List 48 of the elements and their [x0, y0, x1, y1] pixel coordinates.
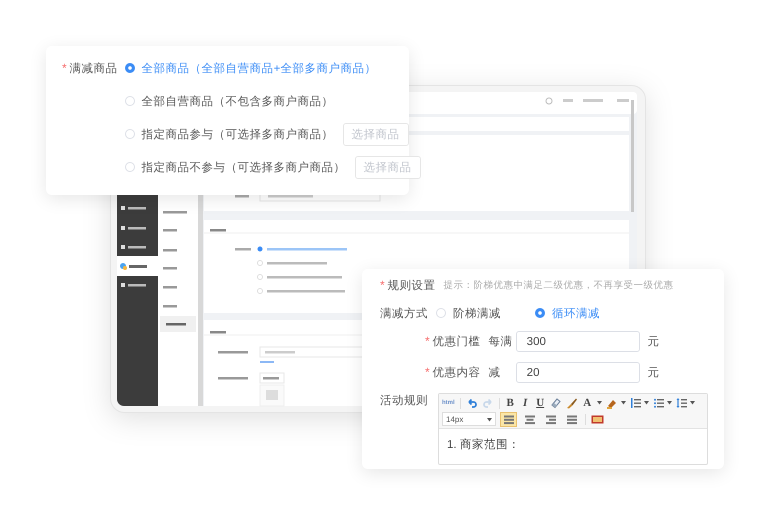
font-size-select[interactable]: 14px — [442, 412, 496, 426]
field-label: 满减方式 — [380, 308, 428, 320]
radio-label[interactable]: 阶梯满减 — [453, 306, 501, 320]
align-right-icon — [544, 414, 556, 424]
brush-icon[interactable] — [566, 397, 578, 409]
highlighter-icon[interactable] — [606, 397, 619, 409]
font-color-button[interactable]: A — [582, 397, 593, 409]
scrollbar[interactable] — [631, 100, 634, 212]
underline-button[interactable]: U — [534, 397, 546, 409]
radio-button[interactable] — [535, 308, 545, 318]
align-center-icon — [524, 414, 536, 424]
justify-icon — [566, 414, 578, 424]
editor-text: 1. 商家范围： — [447, 437, 521, 452]
caret-icon — [487, 418, 492, 422]
unit-label: 元 — [648, 335, 660, 349]
image-icon[interactable] — [591, 414, 604, 424]
caret-icon[interactable] — [690, 401, 695, 405]
field-prefix: 每满 — [488, 334, 513, 349]
align-left-icon — [502, 414, 514, 424]
required-asterisk: * — [62, 61, 67, 75]
field-label: 优惠内容 — [432, 365, 481, 380]
required-asterisk: * — [380, 278, 385, 292]
unit-label: 元 — [648, 366, 660, 380]
field-label: 活动规则 — [380, 395, 428, 407]
caret-icon[interactable] — [644, 401, 649, 405]
align-button[interactable] — [500, 412, 517, 426]
numbered-list-icon[interactable] — [630, 397, 642, 409]
section-title: 规则设置 — [388, 280, 436, 292]
caret-icon[interactable] — [620, 401, 626, 405]
undo-icon[interactable] — [466, 397, 478, 409]
hint-text: 提示：阶梯优惠中满足二级优惠，不再享受一级优惠 — [444, 278, 674, 292]
radio-label[interactable]: 指定商品不参与（可选择多商户商品） — [142, 160, 346, 174]
eraser-icon[interactable] — [550, 397, 562, 409]
input-field[interactable]: 20 — [516, 362, 640, 383]
required-asterisk: * — [425, 334, 430, 349]
bold-button[interactable]: B — [504, 397, 516, 409]
caret-icon[interactable] — [666, 401, 672, 405]
line-height-icon[interactable] — [676, 397, 688, 409]
radio-label[interactable]: 指定商品参与（可选择多商户商品） — [142, 126, 334, 142]
required-asterisk: * — [425, 365, 430, 380]
field-label: 满减商品 — [70, 61, 118, 76]
caret-icon[interactable] — [596, 401, 602, 405]
bullet-list-icon[interactable] — [652, 397, 665, 409]
input-field[interactable]: 300 — [516, 331, 640, 352]
radio-button[interactable] — [124, 63, 135, 73]
field-label: 优惠门槛 — [432, 334, 481, 349]
italic-button[interactable]: I — [520, 397, 531, 409]
field-prefix: 减 — [488, 366, 502, 380]
